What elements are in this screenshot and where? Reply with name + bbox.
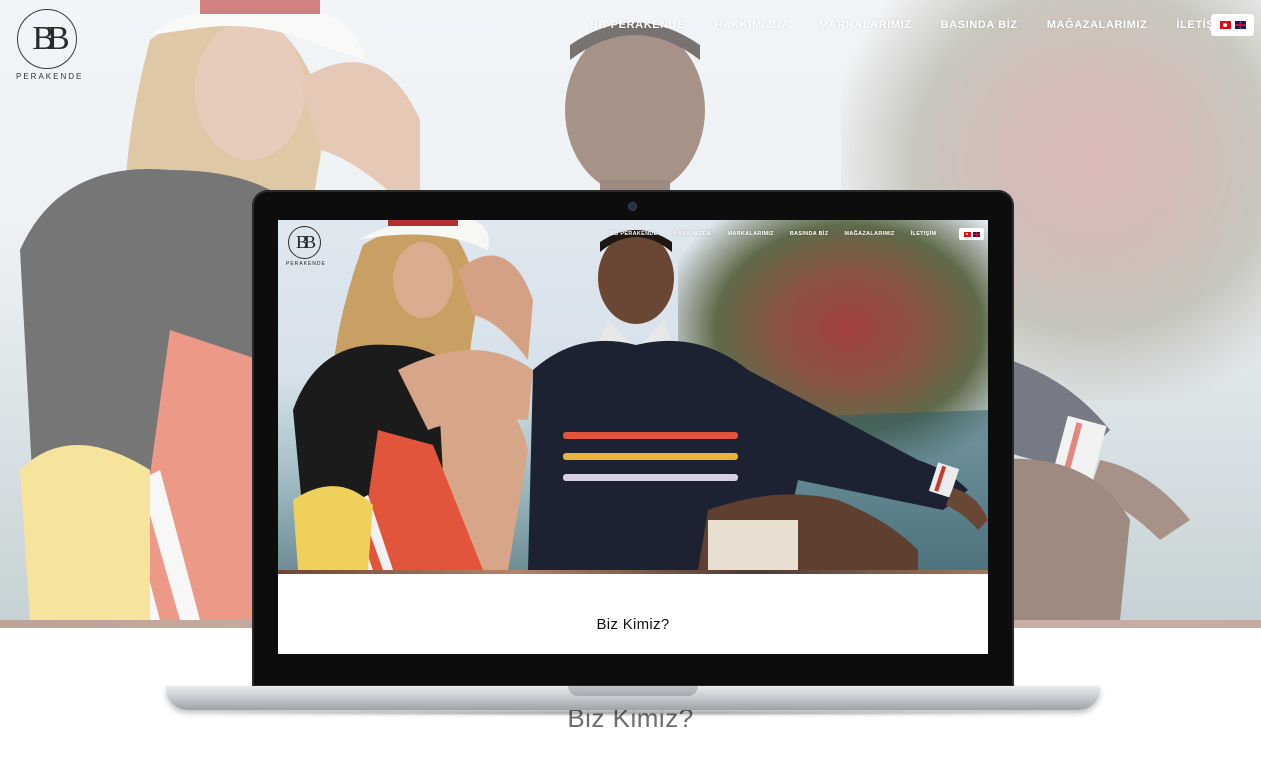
background-logo: BB PERAKENDE (16, 9, 84, 81)
background-nav-item-hakkimizda: HAKKIMIZDA (714, 19, 790, 31)
language-switcher (959, 228, 984, 240)
nav-item-magazalarimiz[interactable]: MAĞAZALARIMIZ (844, 231, 894, 237)
laptop-screen: BB PERAKENDE BB PERAKENDE HAKKIMIZDA MAR… (278, 220, 988, 654)
laptop-shadow (180, 710, 1086, 716)
gb-flag-icon (1234, 21, 1246, 29)
tr-flag-icon (1219, 21, 1231, 29)
logo-text: PERAKENDE (286, 261, 326, 267)
background-main-nav: BB PERAKENDE HAKKIMIZDA MARKALARIMIZ BAS… (590, 19, 1257, 31)
section-title: Biz Kimiz? (596, 616, 670, 633)
nav-item-basinda-biz[interactable]: BASINDA BİZ (790, 231, 829, 237)
site-logo[interactable]: BB PERAKENDE (286, 226, 326, 267)
logo-monogram: BB (287, 226, 321, 259)
tr-flag-icon[interactable] (963, 231, 971, 237)
background-nav-item-magazalarimiz: MAĞAZALARIMIZ (1046, 19, 1148, 31)
hero-image (278, 220, 988, 570)
background-logo-text: PERAKENDE (16, 72, 84, 81)
background-nav-item-markalarimiz: MARKALARIMIZ (818, 19, 912, 31)
main-nav: BB PERAKENDE HAKKIMIZDA MARKALARIMIZ BAS… (610, 231, 952, 237)
background-logo-monogram: BB (17, 9, 77, 69)
hero-bottom-strip (278, 570, 988, 574)
background-nav-item-basinda-biz: BASINDA BİZ (940, 19, 1018, 31)
background-language-switcher (1211, 14, 1254, 36)
nav-item-iletisim[interactable]: İLETİŞİM (911, 231, 937, 237)
nav-item-bb-perakende[interactable]: BB PERAKENDE (610, 231, 658, 237)
gb-flag-icon[interactable] (972, 231, 980, 237)
webcam-icon (629, 203, 636, 210)
laptop-base-notch (568, 686, 698, 696)
background-nav-item-bb-perakende: BB PERAKENDE (590, 19, 686, 31)
nav-item-markalarimiz[interactable]: MARKALARIMIZ (727, 231, 773, 237)
nav-item-hakkimizda[interactable]: HAKKIMIZDA (674, 231, 712, 237)
hero-models-illustration (293, 220, 988, 570)
